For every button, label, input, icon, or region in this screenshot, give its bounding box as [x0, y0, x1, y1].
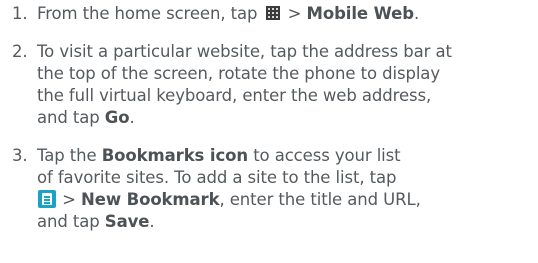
text-segment: Tap the	[37, 146, 102, 165]
text-segment: and tap	[37, 212, 105, 231]
bold-term: Go	[104, 108, 130, 127]
text-segment: .	[413, 4, 420, 23]
text-segment: .	[129, 108, 135, 127]
bold-term: Bookmarks icon	[101, 146, 249, 165]
step-line: the top of the screen, rotate the phone …	[37, 64, 440, 83]
text-segment: >	[57, 190, 82, 209]
text-segment: to access your list	[248, 146, 401, 165]
step-line: To visit a particular website, tap the a…	[37, 42, 452, 61]
text-segment: From the home screen, tap	[37, 4, 263, 23]
text-segment: .	[149, 212, 155, 231]
step-line: Tap the Bookmarks icon to access your li…	[37, 145, 401, 167]
step-number: 2.	[12, 42, 28, 61]
step-line: and tap Go.	[37, 107, 135, 129]
text-segment: , enter the title and URL,	[219, 190, 421, 209]
bold-term: Mobile Web	[306, 4, 415, 23]
step-number: 1.	[12, 4, 28, 23]
bold-term: Save	[104, 212, 150, 231]
step-line: the full virtual keyboard, enter the web…	[37, 86, 432, 105]
bold-term: New Bookmark	[81, 190, 220, 209]
step-line: of favorite sites. To add a site to the …	[37, 168, 397, 187]
apps-grid-icon	[264, 4, 282, 22]
step-line: and tap Save.	[37, 211, 155, 233]
step-line: From the home screen, tap > Mobile Web.	[37, 3, 419, 25]
step-line: > New Bookmark, enter the title and URL,	[37, 189, 421, 211]
step-number: 3.	[12, 146, 28, 165]
text-segment: and tap	[37, 108, 105, 127]
menu-icon	[38, 190, 56, 208]
text-segment: >	[282, 4, 307, 23]
